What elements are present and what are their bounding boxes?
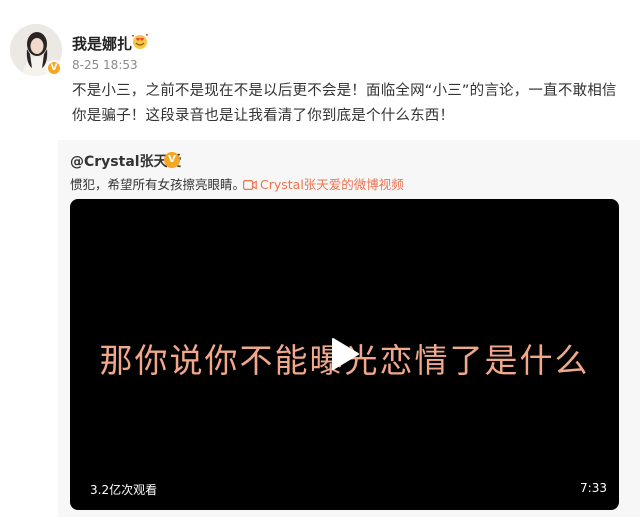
smiling-face-with-hearts-icon: [131, 33, 149, 49]
video-duration: 7:33: [580, 481, 607, 495]
weibo-post: V 我是娜扎 8-25 18:53 不是小三，之前不是现在不是以后更不会是！面临…: [0, 0, 640, 140]
video-camera-icon: [243, 180, 257, 191]
quoted-text: 惯犯，希望所有女孩擦亮眼睛。: [70, 177, 246, 192]
play-icon[interactable]: [330, 337, 360, 371]
verified-badge-icon: V: [46, 60, 62, 76]
video-link-label: Crystal张天爱的微博视频: [260, 177, 404, 192]
username[interactable]: 我是娜扎: [72, 33, 132, 54]
view-count: 3.2亿次观看: [90, 483, 158, 497]
post-timestamp[interactable]: 8-25 18:53: [72, 58, 138, 72]
video-link[interactable]: Crystal张天爱的微博视频: [243, 174, 404, 193]
verified-badge-icon: V: [164, 152, 180, 168]
post-content: 不是小三，之前不是现在不是以后更不会是！面临全网“小三”的言论，一直不敢相信你是…: [72, 83, 617, 124]
video-player[interactable]: 那你说你不能曝光恋情了是什么 3.2亿次观看 7:33: [70, 199, 619, 510]
